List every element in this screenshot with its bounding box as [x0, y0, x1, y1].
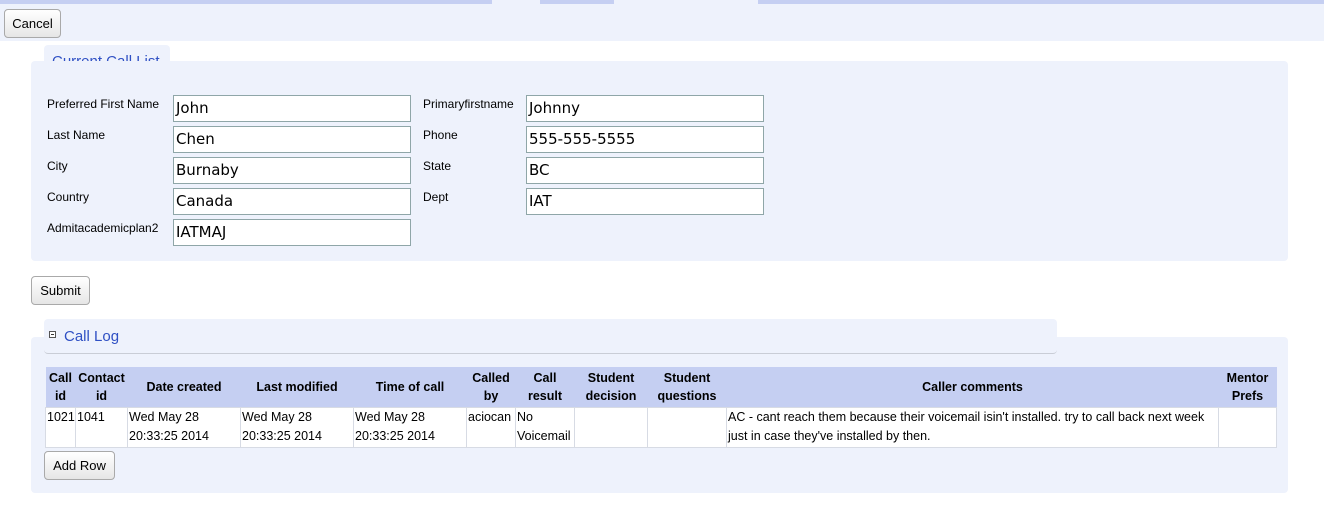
cell-caller-comments[interactable]: AC - cant reach them because their voice… — [726, 407, 1219, 448]
cell-student-questions[interactable] — [647, 407, 727, 448]
state-input[interactable]: BC — [526, 157, 764, 184]
column-header-caller-comments[interactable]: Caller comments — [726, 367, 1219, 408]
column-header-date-created[interactable]: Date created — [127, 367, 241, 408]
last-name-label: Last Name — [47, 128, 106, 142]
column-header-contact-id[interactable]: Contact id — [75, 367, 128, 408]
table-row[interactable]: 1021 1041 Wed May 28 20:33:25 2014 Wed M… — [45, 407, 1277, 448]
primary-first-name-label: Primaryfirstname — [423, 97, 514, 111]
cell-time-of-call[interactable]: Wed May 28 20:33:25 2014 — [353, 407, 467, 448]
dept-input[interactable]: IAT — [526, 188, 764, 215]
column-header-student-questions[interactable]: Student questions — [647, 367, 727, 408]
call-log-table: Call id Contact id Date created Last mod… — [45, 367, 1277, 448]
admit-academic-plan2-input[interactable]: IATMAJ — [173, 219, 411, 246]
primary-first-name-input[interactable]: Johnny — [526, 95, 764, 122]
cell-last-modified[interactable]: Wed May 28 20:33:25 2014 — [240, 407, 354, 448]
dept-label: Dept — [423, 190, 449, 204]
submit-button[interactable]: Submit — [31, 276, 90, 305]
call-log-title: Call Log — [64, 328, 120, 345]
cell-date-created[interactable]: Wed May 28 20:33:25 2014 — [127, 407, 241, 448]
city-input[interactable]: Burnaby — [173, 157, 411, 184]
cell-contact-id[interactable]: 1041 — [75, 407, 128, 448]
city-label: City — [47, 159, 68, 173]
preferred-first-name-input[interactable]: John — [173, 95, 411, 122]
country-label: Country — [47, 190, 90, 204]
column-header-mentor-prefs[interactable]: Mentor Prefs — [1218, 367, 1277, 408]
cell-call-id[interactable]: 1021 — [45, 407, 76, 448]
column-header-called-by[interactable]: Called by — [466, 367, 516, 408]
phone-label: Phone — [423, 128, 458, 142]
cell-called-by[interactable]: aciocan — [466, 407, 516, 448]
top-tab-stub — [492, 0, 540, 4]
last-name-input[interactable]: Chen — [173, 126, 411, 153]
column-header-call-id[interactable]: Call id — [45, 367, 76, 408]
top-toolbar — [0, 0, 1324, 41]
cell-student-decision[interactable] — [574, 407, 648, 448]
column-header-time-of-call[interactable]: Time of call — [353, 367, 467, 408]
collapse-icon[interactable] — [49, 331, 56, 338]
table-header-row: Call id Contact id Date created Last mod… — [45, 367, 1277, 408]
top-tab-stub — [614, 0, 758, 4]
country-input[interactable]: Canada — [173, 188, 411, 215]
phone-input[interactable]: 555-555-5555 — [526, 126, 764, 153]
column-header-call-result[interactable]: Call result — [515, 367, 575, 408]
admit-academic-plan2-label: Admitacademicplan2 — [47, 221, 159, 235]
add-row-button[interactable]: Add Row — [44, 451, 115, 480]
column-header-student-decision[interactable]: Student decision — [574, 367, 648, 408]
cancel-button[interactable]: Cancel — [4, 9, 61, 38]
state-label: State — [423, 159, 452, 173]
preferred-first-name-label: Preferred First Name — [47, 97, 160, 111]
cell-call-result[interactable]: No Voicemail — [515, 407, 575, 448]
call-log-header[interactable] — [44, 319, 1057, 354]
column-header-last-modified[interactable]: Last modified — [240, 367, 354, 408]
cell-mentor-prefs[interactable] — [1218, 407, 1277, 448]
